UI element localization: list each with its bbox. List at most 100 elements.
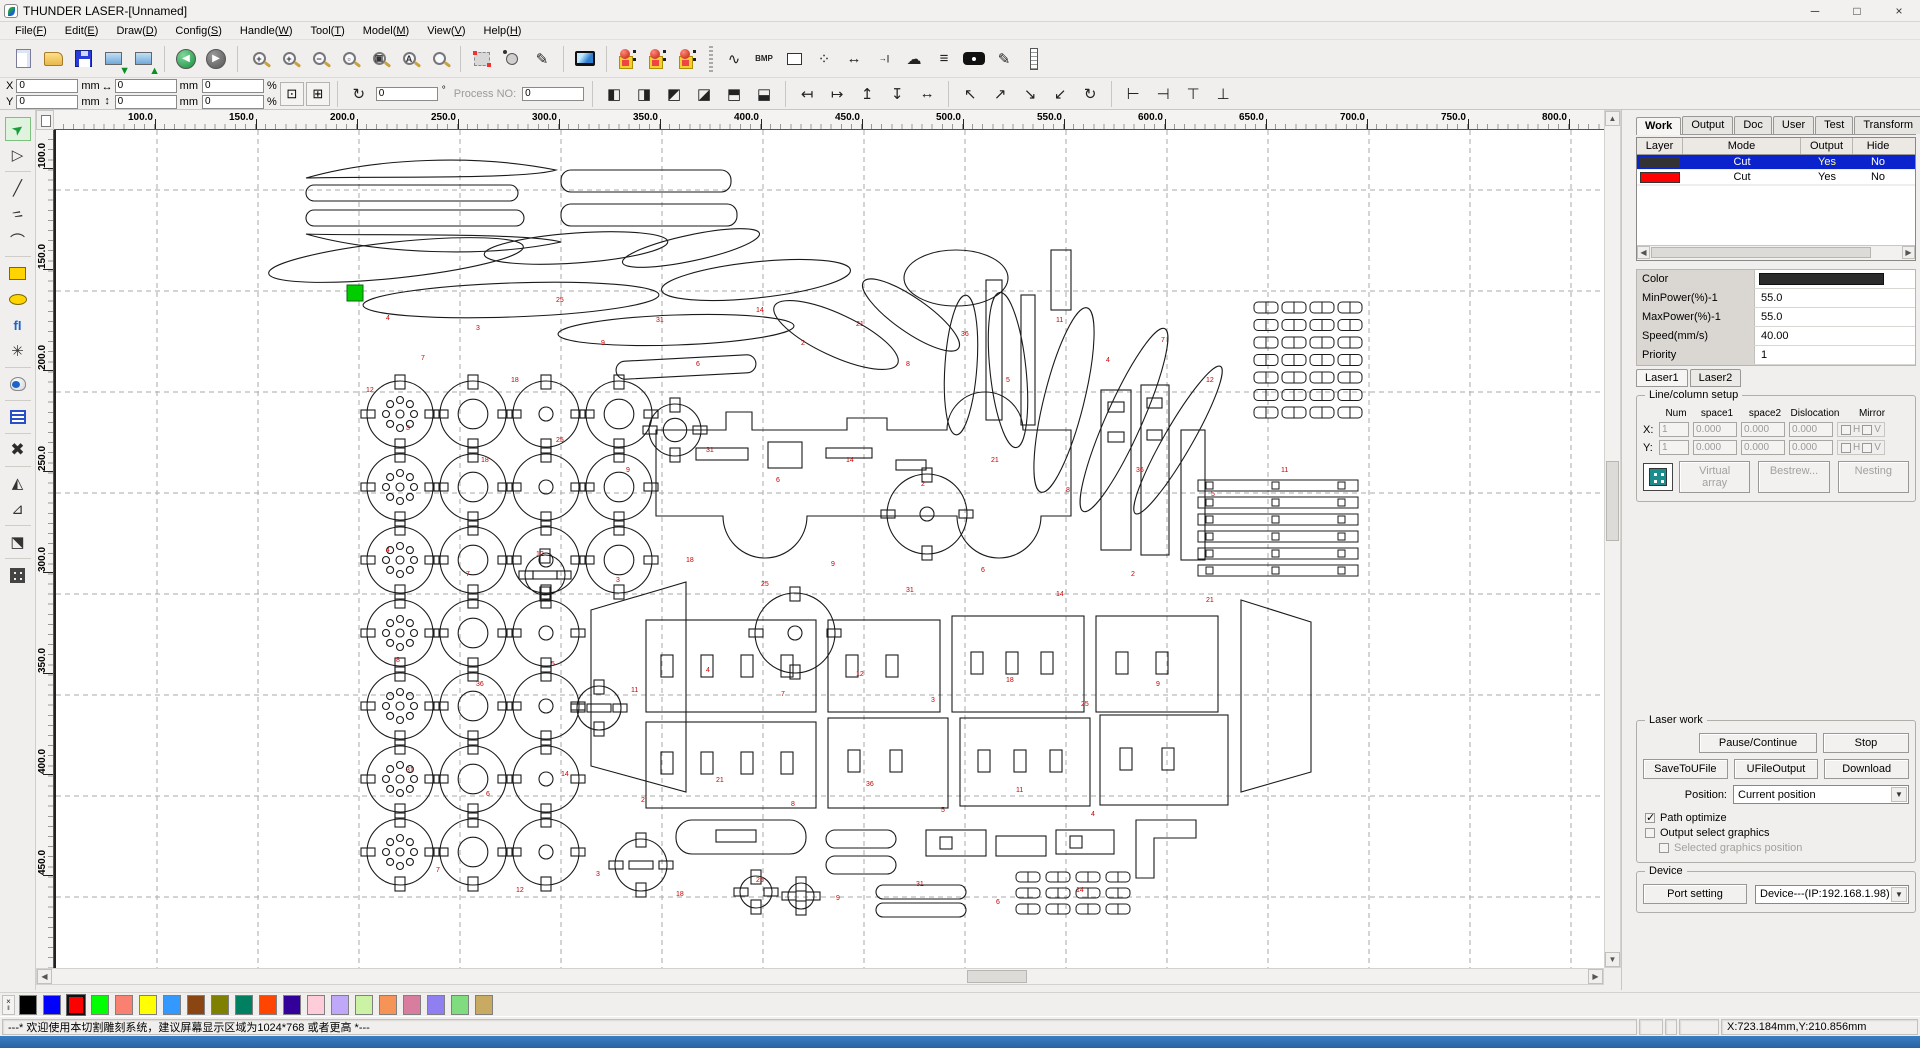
lc-input[interactable] bbox=[1741, 422, 1785, 437]
stop-button[interactable]: Stop bbox=[1823, 733, 1909, 753]
palette-color-swatch[interactable] bbox=[403, 995, 421, 1015]
move-up-icon[interactable]: ↥ bbox=[854, 81, 880, 107]
lc-input[interactable] bbox=[1789, 440, 1833, 455]
array-rotate-icon[interactable] bbox=[645, 46, 671, 72]
combine-bottom-icon[interactable]: ⬓ bbox=[751, 81, 777, 107]
lc-input[interactable] bbox=[1741, 440, 1785, 455]
move-right-icon[interactable]: ↦ bbox=[824, 81, 850, 107]
rectangle-frame-icon[interactable] bbox=[781, 46, 807, 72]
select-tool[interactable]: ➤ bbox=[5, 117, 31, 141]
ruler-icon[interactable] bbox=[1021, 46, 1047, 72]
close-button[interactable]: × bbox=[1878, 0, 1920, 22]
offset-tool[interactable]: ⬔ bbox=[5, 530, 31, 554]
palette-color-swatch[interactable] bbox=[163, 995, 181, 1015]
mirror-h-checkbox[interactable] bbox=[1841, 443, 1851, 453]
port-setting-button[interactable]: Port setting bbox=[1643, 884, 1747, 904]
process-no-input[interactable] bbox=[522, 87, 584, 101]
weld-icon[interactable]: ◧ bbox=[601, 81, 627, 107]
preview-monitor-icon[interactable] bbox=[572, 46, 598, 72]
horizontal-scroll-thumb[interactable] bbox=[967, 970, 1027, 983]
savetoufile-button[interactable]: SaveToUFile bbox=[1643, 759, 1728, 779]
menu-help[interactable]: Help(H) bbox=[475, 23, 531, 39]
zoom-view-icon[interactable] bbox=[426, 46, 452, 72]
node-edit-icon[interactable] bbox=[499, 46, 525, 72]
menu-view[interactable]: View(V) bbox=[418, 23, 474, 39]
height-link-icon[interactable]: ↕ bbox=[102, 95, 113, 107]
star-tool[interactable]: ✳ bbox=[5, 339, 31, 363]
rotate-free-icon[interactable]: ↻ bbox=[1077, 81, 1103, 107]
palette-color-swatch[interactable] bbox=[307, 995, 325, 1015]
size-table-button[interactable]: ⊞ bbox=[306, 82, 330, 106]
width-input[interactable] bbox=[115, 79, 177, 93]
property-row[interactable]: MaxPower(%)-155.0 bbox=[1637, 308, 1915, 327]
align-left-icon[interactable]: ⊢ bbox=[1120, 81, 1146, 107]
selected-graphics-position-checkbox[interactable] bbox=[1659, 843, 1669, 853]
menu-edit[interactable]: Edit(E) bbox=[56, 23, 108, 39]
line-tool[interactable]: ╱ bbox=[5, 176, 31, 200]
import-file-icon[interactable]: ▼ bbox=[100, 46, 126, 72]
menu-tool[interactable]: Tool(T) bbox=[301, 23, 353, 39]
align-right-icon[interactable]: ⊣ bbox=[1150, 81, 1176, 107]
palette-color-swatch[interactable] bbox=[379, 995, 397, 1015]
palette-color-swatch[interactable] bbox=[355, 995, 373, 1015]
node-edit-tool[interactable]: ▷ bbox=[5, 143, 31, 167]
zoom-all-icon[interactable]: ▣ bbox=[366, 46, 392, 72]
output-select-graphics-checkbox[interactable] bbox=[1645, 828, 1655, 838]
layer-color-swatch[interactable] bbox=[1640, 172, 1680, 183]
device-select[interactable]: Device---(IP:192.168.1.98) ▼ bbox=[1755, 885, 1909, 904]
tab-test[interactable]: Test bbox=[1815, 116, 1853, 134]
layer-scroll-left-button[interactable]: ◀ bbox=[1637, 246, 1650, 259]
edge-dimension-icon[interactable]: →| bbox=[871, 46, 897, 72]
mirror-vertical-tool[interactable]: ◭ bbox=[5, 471, 31, 495]
grid-array-tool[interactable] bbox=[5, 405, 31, 429]
export-file-icon[interactable]: ▲ bbox=[130, 46, 156, 72]
tab-laser1[interactable]: Laser1 bbox=[1636, 369, 1688, 387]
zoom-selection-icon[interactable]: A bbox=[396, 46, 422, 72]
scroll-down-button[interactable]: ▼ bbox=[1605, 952, 1620, 967]
palette-color-swatch[interactable] bbox=[19, 995, 37, 1015]
zoom-out-icon[interactable]: − bbox=[306, 46, 332, 72]
stretch-icon[interactable]: ↔ bbox=[914, 81, 940, 107]
property-row[interactable]: Priority1 bbox=[1637, 346, 1915, 365]
rotate-angle-input[interactable] bbox=[376, 87, 438, 101]
tab-output[interactable]: Output bbox=[1682, 116, 1733, 134]
width-link-icon[interactable]: ↔ bbox=[102, 81, 113, 93]
palette-color-swatch[interactable] bbox=[43, 995, 61, 1015]
property-row[interactable]: Color bbox=[1637, 270, 1915, 289]
trim-icon[interactable]: ◨ bbox=[631, 81, 657, 107]
scroll-right-button[interactable]: ▶ bbox=[1588, 969, 1603, 984]
palette-color-swatch[interactable] bbox=[283, 995, 301, 1015]
h-dimension-icon[interactable]: ↔ bbox=[841, 46, 867, 72]
height-input[interactable] bbox=[115, 95, 177, 109]
tab-laser2[interactable]: Laser2 bbox=[1690, 369, 1742, 387]
layer-row[interactable]: CutYesNo bbox=[1637, 155, 1915, 170]
curve-icon[interactable]: ∿ bbox=[721, 46, 747, 72]
dropdown-arrow-icon[interactable]: ▼ bbox=[1891, 787, 1907, 802]
layer-color-swatch[interactable] bbox=[1640, 157, 1680, 168]
tab-work[interactable]: Work bbox=[1636, 117, 1681, 135]
lc-input[interactable] bbox=[1693, 422, 1737, 437]
palette-color-swatch[interactable] bbox=[475, 995, 493, 1015]
canvas-vertical-scrollbar[interactable]: ▲ ▼ bbox=[1604, 110, 1621, 968]
menu-config[interactable]: Config(S) bbox=[166, 23, 230, 39]
mirror-h-checkbox[interactable] bbox=[1841, 425, 1851, 435]
palette-color-swatch[interactable] bbox=[187, 995, 205, 1015]
align-bottom-icon[interactable]: ⊥ bbox=[1210, 81, 1236, 107]
palette-color-swatch[interactable] bbox=[211, 995, 229, 1015]
skew-sw-icon[interactable]: ↙ bbox=[1047, 81, 1073, 107]
bestrew--button[interactable]: Bestrew... bbox=[1758, 461, 1829, 493]
menu-model[interactable]: Model(M) bbox=[354, 23, 418, 39]
palette-color-swatch[interactable] bbox=[139, 995, 157, 1015]
layer-scroll-thumb[interactable] bbox=[1651, 247, 1871, 258]
select-frame-icon[interactable] bbox=[469, 46, 495, 72]
pen-icon[interactable]: ✎ bbox=[529, 46, 555, 72]
rotate-icon[interactable]: ↻ bbox=[346, 81, 372, 107]
capture-tool[interactable] bbox=[5, 372, 31, 396]
move-left-icon[interactable]: ↤ bbox=[794, 81, 820, 107]
drawing-canvas[interactable]: 4712318259316142218365114712318259316142… bbox=[54, 130, 1604, 968]
scale-x-input[interactable] bbox=[202, 79, 264, 93]
open-file-icon[interactable] bbox=[40, 46, 66, 72]
array-tool[interactable] bbox=[5, 563, 31, 587]
palette-color-swatch[interactable] bbox=[427, 995, 445, 1015]
nesting-button[interactable]: Nesting bbox=[1838, 461, 1909, 493]
